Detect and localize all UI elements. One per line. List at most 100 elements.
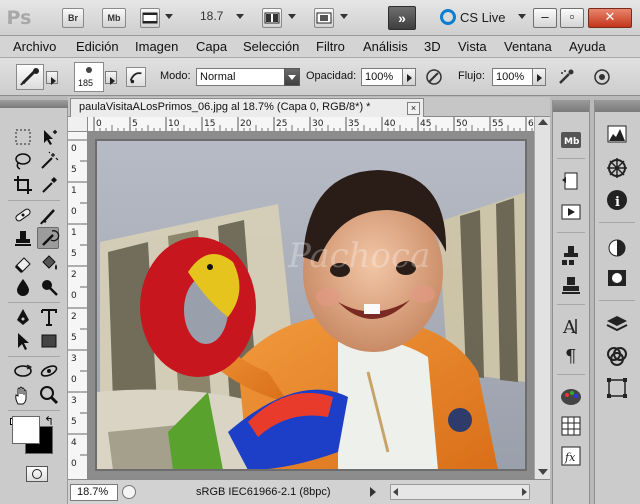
pressure-opacity-toggle[interactable]: [424, 67, 444, 87]
mode-select[interactable]: Normal: [196, 68, 286, 86]
menu-3d[interactable]: 3D: [424, 39, 441, 54]
cs-live-button[interactable]: CS Live: [440, 8, 506, 28]
healing-brush-tool[interactable]: [12, 204, 34, 226]
screen-mode-button[interactable]: [314, 8, 334, 28]
launch-minibridge-button[interactable]: Mb: [102, 8, 126, 28]
zoom-level-readout[interactable]: 18.7: [200, 9, 223, 23]
styles-icon[interactable]: [559, 414, 583, 438]
chevron-down-icon[interactable]: [288, 14, 296, 19]
flow-slider-toggle[interactable]: [532, 68, 546, 86]
character-icon[interactable]: A: [559, 314, 583, 338]
extensions-button[interactable]: »: [388, 6, 416, 30]
actions-icon[interactable]: [559, 200, 583, 224]
navigator-icon[interactable]: [605, 156, 629, 180]
menu-imagen[interactable]: Imagen: [135, 39, 178, 54]
menu-edicion[interactable]: Edición: [76, 39, 119, 54]
horizontal-scrollbar[interactable]: [390, 484, 530, 500]
tools-panel-header[interactable]: [0, 100, 68, 108]
dock-header[interactable]: [553, 100, 589, 112]
dock-header[interactable]: [595, 100, 640, 112]
menu-ventana[interactable]: Ventana: [504, 39, 552, 54]
menu-capa[interactable]: Capa: [196, 39, 227, 54]
quick-mask-button[interactable]: [26, 466, 48, 482]
vertical-ruler[interactable]: 0510152025303540: [68, 132, 88, 479]
horizontal-ruler[interactable]: 051015202530354045505560: [88, 117, 534, 132]
crop-tool[interactable]: [12, 174, 34, 196]
chevron-down-icon[interactable]: [165, 14, 173, 19]
view-extras-button[interactable]: [140, 8, 160, 28]
chevron-down-icon[interactable]: [284, 68, 300, 86]
opacity-slider-toggle[interactable]: [402, 68, 416, 86]
hand-tool[interactable]: [12, 384, 34, 406]
menu-filtro[interactable]: Filtro: [316, 39, 345, 54]
scroll-left-icon[interactable]: [393, 488, 398, 496]
paragraph-icon[interactable]: ¶: [559, 342, 583, 367]
lasso-tool[interactable]: [12, 150, 34, 172]
path-selection-tool[interactable]: [12, 330, 34, 352]
menu-archivo[interactable]: Archivo: [13, 39, 56, 54]
foreground-color-swatch[interactable]: [12, 416, 40, 444]
ruler-origin[interactable]: [68, 117, 88, 132]
close-document-icon[interactable]: ×: [407, 102, 420, 115]
tool-preset-picker[interactable]: [16, 64, 44, 90]
paths-icon[interactable]: [605, 376, 629, 400]
scroll-up-icon[interactable]: [538, 119, 548, 125]
3d-rotate-tool[interactable]: [12, 360, 34, 382]
arrange-documents-button[interactable]: [262, 8, 282, 28]
scroll-down-icon[interactable]: [538, 469, 548, 475]
eraser-tool[interactable]: [12, 252, 34, 274]
scroll-right-icon[interactable]: [522, 488, 527, 496]
blur-tool[interactable]: [12, 276, 34, 298]
airbrush-toggle[interactable]: [556, 67, 576, 87]
clone-source-icon[interactable]: [559, 244, 583, 268]
histogram-icon[interactable]: [605, 122, 629, 146]
document-tab[interactable]: paulaVisitaALosPrimos_06.jpg al 18.7% (C…: [70, 98, 424, 117]
swatches-icon[interactable]: [559, 384, 583, 408]
dodge-tool[interactable]: [38, 276, 60, 298]
brush-panel-toggle[interactable]: [126, 67, 146, 87]
flow-input[interactable]: 100%: [492, 68, 534, 86]
menu-seleccion[interactable]: Selección: [243, 39, 299, 54]
zoom-field[interactable]: 18.7%: [70, 484, 118, 501]
brush-presets-icon[interactable]: fx: [559, 444, 583, 468]
zoom-tool[interactable]: [38, 384, 60, 406]
minimize-button[interactable]: –: [533, 8, 557, 28]
status-info-icon[interactable]: [122, 485, 136, 499]
launch-bridge-button[interactable]: Br: [62, 8, 84, 28]
rect-marquee-tool[interactable]: [12, 126, 34, 148]
history-icon[interactable]: [559, 170, 583, 194]
vertical-scrollbar[interactable]: [534, 117, 550, 479]
channels-icon[interactable]: [605, 344, 629, 368]
magic-wand-tool[interactable]: [38, 150, 60, 172]
history-brush-tool[interactable]: [37, 227, 60, 249]
menu-vista[interactable]: Vista: [458, 39, 487, 54]
chevron-down-icon[interactable]: [236, 14, 244, 19]
brush-tool[interactable]: [38, 204, 60, 226]
adjustments-icon[interactable]: [605, 236, 629, 260]
layers-icon[interactable]: [605, 312, 629, 336]
minibridge-icon[interactable]: Mb: [559, 128, 583, 152]
type-tool[interactable]: [38, 306, 60, 328]
clone-stamp-tool[interactable]: [12, 228, 34, 250]
move-tool-btn[interactable]: [38, 126, 60, 148]
opacity-input[interactable]: 100%: [361, 68, 403, 86]
maximize-button[interactable]: ▫: [560, 8, 584, 28]
pressure-size-toggle[interactable]: [592, 67, 612, 87]
eyedropper-tool[interactable]: [38, 174, 60, 196]
menu-analisis[interactable]: Análisis: [363, 39, 408, 54]
tool-presets-icon[interactable]: [559, 274, 583, 298]
tool-preset-dropdown[interactable]: [46, 71, 58, 85]
document-canvas[interactable]: Pachoca: [88, 132, 534, 479]
chevron-down-icon[interactable]: [340, 14, 348, 19]
rectangle-tool[interactable]: [38, 330, 60, 352]
info-icon[interactable]: i: [605, 188, 629, 212]
pen-tool[interactable]: [12, 306, 34, 328]
chevron-down-icon[interactable]: [518, 14, 526, 19]
brush-dropdown[interactable]: [105, 71, 117, 85]
close-button[interactable]: ✕: [588, 8, 632, 28]
3d-orbit-tool[interactable]: [38, 360, 60, 382]
brush-picker[interactable]: 185: [74, 62, 104, 92]
paint-bucket-tool[interactable]: [38, 252, 60, 274]
status-menu-arrow-icon[interactable]: [370, 487, 376, 497]
menu-ayuda[interactable]: Ayuda: [569, 39, 606, 54]
